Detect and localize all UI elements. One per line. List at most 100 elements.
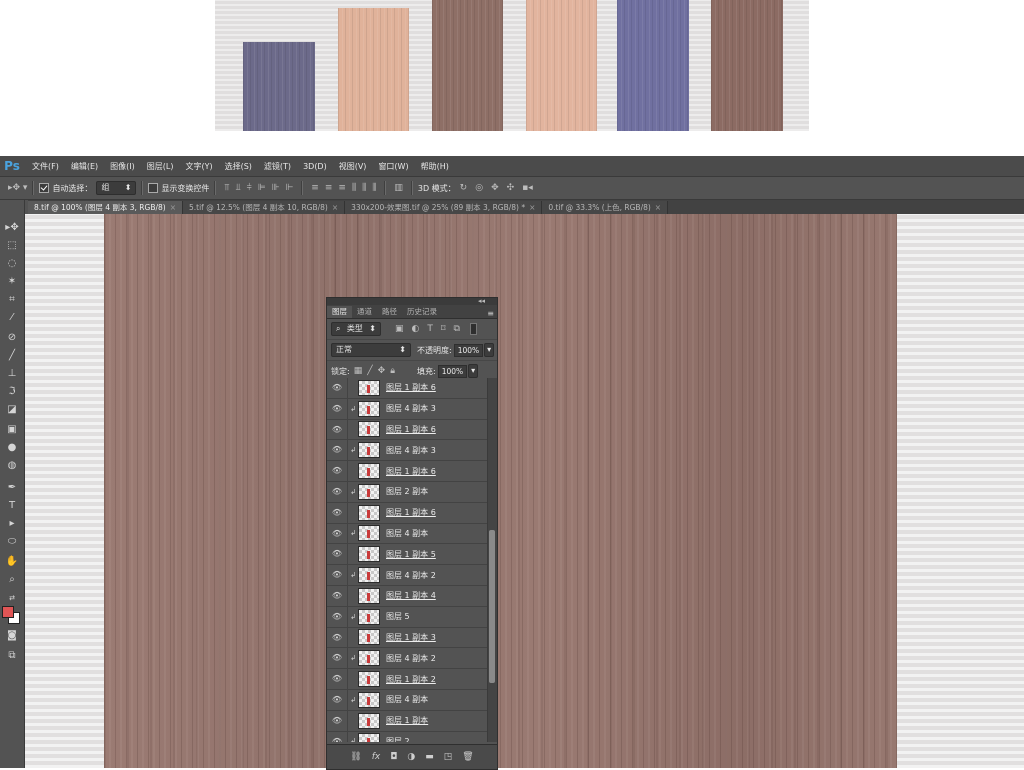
type-tool-icon[interactable]: T xyxy=(4,498,20,514)
layer-row[interactable]: 👁︎ 图层 1 副本 3 xyxy=(327,627,487,649)
layer-row[interactable]: 👁︎ 图层 1 副本 5 xyxy=(327,544,487,566)
screen-mode-icon[interactable]: ⧉ xyxy=(4,648,20,664)
distribute-hcenter-icon[interactable]: ⫼ xyxy=(362,183,366,193)
close-icon[interactable]: × xyxy=(332,203,338,212)
tab-paths[interactable]: 路径 xyxy=(377,306,402,318)
zoom-tool-icon[interactable]: ⌕ xyxy=(4,572,20,588)
show-transform-checkbox[interactable] xyxy=(148,183,159,193)
add-layer-style-icon[interactable]: fx xyxy=(372,752,381,762)
layer-list-scrollbar[interactable] xyxy=(487,378,497,742)
visibility-eye-icon[interactable]: 👁︎ xyxy=(327,544,348,565)
quick-mask-icon[interactable]: ◙ xyxy=(4,628,20,644)
shape-tool-icon[interactable]: ⬭ xyxy=(4,534,20,550)
layer-name[interactable]: 图层 4 副本 2 xyxy=(386,570,436,581)
menu-window[interactable]: 窗口(W) xyxy=(378,161,408,172)
visibility-eye-icon[interactable]: 👁︎ xyxy=(327,669,348,689)
layer-row[interactable]: 👁︎ ↲ 图层 4 副本 2 xyxy=(327,565,487,586)
visibility-eye-icon[interactable]: 👁︎ xyxy=(327,585,348,606)
menu-select[interactable]: 选择(S) xyxy=(225,161,252,172)
visibility-eye-icon[interactable]: 👁︎ xyxy=(327,606,348,627)
lasso-tool-icon[interactable]: ◌ xyxy=(4,256,20,272)
layer-filter-dropdown[interactable]: ⌕ 类型 ⬍ xyxy=(331,322,381,336)
gradient-tool-icon[interactable]: ▣ xyxy=(4,422,20,438)
brush-tool-icon[interactable]: ╱ xyxy=(4,348,20,364)
lock-position-icon[interactable]: ✥ xyxy=(378,366,386,376)
menu-layer[interactable]: 图层(L) xyxy=(147,161,174,172)
auto-select-option[interactable]: 自动选择： xyxy=(39,183,92,194)
layer-name[interactable]: 图层 1 副本 6 xyxy=(386,466,436,477)
foreground-color[interactable] xyxy=(2,606,14,618)
blur-tool-icon[interactable]: ● xyxy=(4,440,20,456)
layer-row[interactable]: 👁︎ ↲ 图层 4 副本 2 xyxy=(327,648,487,670)
layer-row[interactable]: 👁︎ 图层 1 副本 6 xyxy=(327,419,487,441)
auto-select-checkbox[interactable] xyxy=(39,183,50,193)
close-icon[interactable]: × xyxy=(170,203,176,212)
visibility-eye-icon[interactable]: 👁︎ xyxy=(327,481,348,502)
stamp-tool-icon[interactable]: ⊥ xyxy=(4,366,20,382)
opacity-input[interactable]: 100% xyxy=(453,343,484,357)
doc-tab-1[interactable]: 8.tif @ 100% (图层 4 副本 3, RGB/8) × xyxy=(28,201,183,214)
layer-row[interactable]: 👁︎ 图层 1 副本 6 xyxy=(327,461,487,482)
align-top-icon[interactable]: ⫪ xyxy=(224,183,229,193)
magic-wand-tool-icon[interactable]: ✶ xyxy=(4,274,20,290)
history-brush-tool-icon[interactable]: ℑ xyxy=(4,384,20,400)
align-left-icon[interactable]: ⊫ xyxy=(258,183,266,193)
tab-history[interactable]: 历史记录 xyxy=(402,306,442,318)
new-layer-icon[interactable]: ◳ xyxy=(444,752,453,762)
filter-toggle[interactable] xyxy=(469,323,477,335)
link-layers-icon[interactable]: ⛓ xyxy=(350,752,361,762)
3d-drag-icon[interactable]: ✥ xyxy=(491,183,499,193)
layer-row[interactable]: 👁︎ ↲ 图层 2 xyxy=(327,731,487,742)
layer-name[interactable]: 图层 4 副本 3 xyxy=(386,445,436,456)
visibility-eye-icon[interactable]: 👁︎ xyxy=(327,461,348,481)
close-icon[interactable]: × xyxy=(655,203,661,212)
menu-help[interactable]: 帮助(H) xyxy=(421,161,449,172)
hand-tool-icon[interactable]: ✋ xyxy=(4,554,20,570)
menu-view[interactable]: 视图(V) xyxy=(339,161,367,172)
marquee-tool-icon[interactable]: ⬚ xyxy=(4,238,20,254)
menu-type[interactable]: 文字(Y) xyxy=(185,161,212,172)
layer-name[interactable]: 图层 4 副本 xyxy=(386,528,428,539)
distribute-right-icon[interactable]: ⫼ xyxy=(372,183,376,193)
layer-row[interactable]: 👁︎ ↲ 图层 4 副本 3 xyxy=(327,440,487,462)
auto-align-icon[interactable]: ▥ xyxy=(394,183,403,193)
3d-rotate-icon[interactable]: ↻ xyxy=(460,183,468,193)
fill-slider-button[interactable]: ▾ xyxy=(468,364,479,378)
collapse-icon[interactable]: ◂◂ xyxy=(478,297,485,305)
visibility-eye-icon[interactable]: 👁︎ xyxy=(327,627,348,648)
visibility-eye-icon[interactable]: 👁︎ xyxy=(327,440,348,461)
menu-filter[interactable]: 滤镜(T) xyxy=(264,161,291,172)
panel-menu-icon[interactable]: ≡ xyxy=(487,309,494,318)
doc-tab-3[interactable]: 330x200-效果图.tif @ 25% (89 副本 3, RGB/8) *… xyxy=(345,201,543,214)
visibility-eye-icon[interactable]: 👁︎ xyxy=(327,565,348,585)
layer-name[interactable]: 图层 4 副本 2 xyxy=(386,653,436,664)
tab-layers[interactable]: 图层 xyxy=(327,306,352,318)
3d-slide-icon[interactable]: ✣ xyxy=(507,183,515,193)
layer-row[interactable]: 👁︎ 图层 1 副本 6 xyxy=(327,378,487,399)
layer-name[interactable]: 图层 1 副本 4 xyxy=(386,590,436,601)
layer-name[interactable]: 图层 1 副本 xyxy=(386,715,428,726)
auto-select-dropdown[interactable]: 组 ⬍ xyxy=(96,181,137,195)
lock-all-icon[interactable]: 🔒︎ xyxy=(390,366,395,376)
filter-type-icon[interactable]: T xyxy=(427,324,433,334)
3d-roll-icon[interactable]: ◎ xyxy=(475,183,483,193)
fill-input[interactable]: 100% xyxy=(437,364,468,378)
layer-row[interactable]: 👁︎ ↲ 图层 4 副本 xyxy=(327,689,487,711)
move-tool-preset-icon[interactable]: ▸✥ ▾ xyxy=(8,183,27,193)
eyedropper-tool-icon[interactable]: ⁄ xyxy=(4,310,20,326)
layer-name[interactable]: 图层 4 副本 3 xyxy=(386,403,436,414)
layer-name[interactable]: 图层 2 xyxy=(386,736,410,742)
eraser-tool-icon[interactable]: ◪ xyxy=(4,402,20,418)
layer-row[interactable]: 👁︎ ↲ 图层 4 副本 xyxy=(327,523,487,545)
filter-shape-icon[interactable]: ⌑ xyxy=(441,324,446,334)
doc-tab-2[interactable]: 5.tif @ 12.5% (图层 4 副本 10, RGB/8) × xyxy=(183,201,346,214)
menu-3d[interactable]: 3D(D) xyxy=(303,162,327,171)
layer-name[interactable]: 图层 1 副本 6 xyxy=(386,424,436,435)
distribute-left-icon[interactable]: ⫼ xyxy=(352,183,356,193)
layer-row[interactable]: 👁︎ ↲ 图层 4 副本 3 xyxy=(327,398,487,420)
pen-tool-icon[interactable]: ✒ xyxy=(4,480,20,496)
menu-edit[interactable]: 编辑(E) xyxy=(71,161,98,172)
layer-name[interactable]: 图层 1 副本 6 xyxy=(386,382,436,393)
layer-list-scrollbar-thumb[interactable] xyxy=(489,530,495,683)
visibility-eye-icon[interactable]: 👁︎ xyxy=(327,398,348,419)
